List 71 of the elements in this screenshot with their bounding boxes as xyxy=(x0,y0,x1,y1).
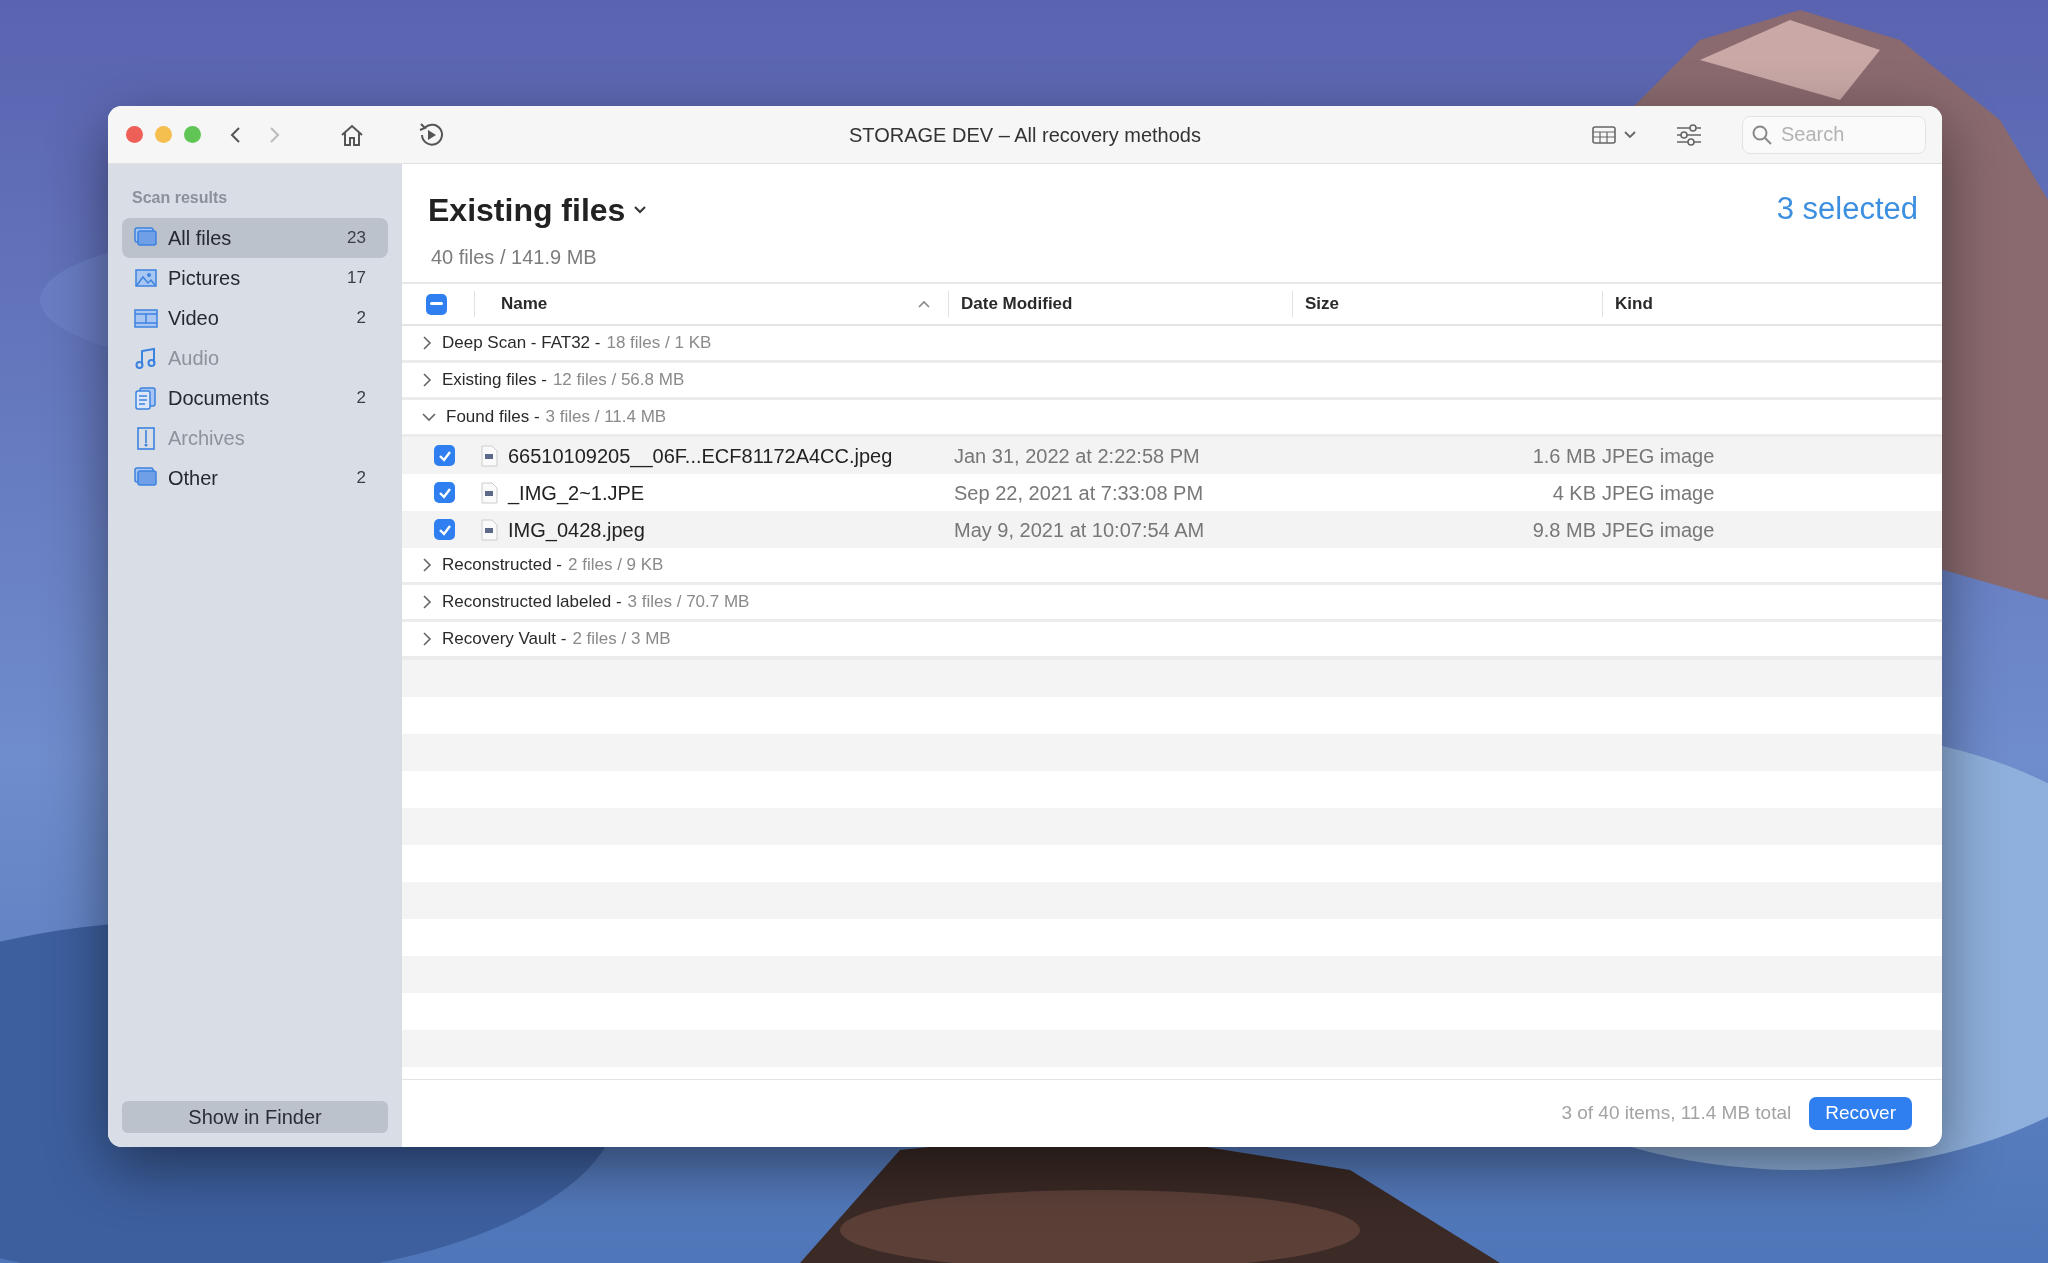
select-all-checkbox[interactable] xyxy=(426,293,447,315)
checkbox[interactable] xyxy=(434,482,455,503)
column-header[interactable]: Size xyxy=(1305,291,1340,317)
file-summary: 40 files / 141.9 MB xyxy=(430,245,598,270)
selection-count: 3 selected xyxy=(1776,190,1918,228)
date-cell-text: Sep 22, 2021 at 7:33:08 PM xyxy=(953,480,1205,506)
column-header[interactable]: Name xyxy=(501,291,948,317)
view-title-dropdown[interactable]: Existing files xyxy=(428,186,648,234)
disclosure-chevron[interactable] xyxy=(422,373,432,387)
minus-icon xyxy=(430,302,443,306)
checkmark-icon xyxy=(437,523,452,536)
size-cell-text: 4 KB xyxy=(1551,480,1597,506)
caret-icon xyxy=(1624,130,1636,139)
sidebar-item[interactable]: Documents 2 xyxy=(122,378,388,418)
music-note-icon xyxy=(134,346,158,370)
close-button[interactable] xyxy=(126,126,143,143)
chevron-right-icon xyxy=(267,124,281,145)
group-summary: 2 files / 9 KB xyxy=(568,554,664,577)
group-summary: 2 files / 3 MB xyxy=(572,628,671,651)
document-icon xyxy=(134,386,158,410)
file-icon xyxy=(480,444,498,467)
file-name: 66510109205__06F...ECF81172A4CC.jpeg xyxy=(508,443,893,470)
size-cell-text: 9.8 MB xyxy=(1531,517,1597,543)
kind-cell-text: JPEG image xyxy=(1602,480,1716,506)
sidebar-item[interactable]: Video 2 xyxy=(122,298,388,338)
size-cell-text: 1.6 MB xyxy=(1531,443,1597,469)
disclosure-chevron[interactable] xyxy=(422,412,436,422)
checkmark-icon xyxy=(437,486,452,499)
group-summary: 18 files / 1 KB xyxy=(606,332,712,355)
file-icon xyxy=(480,518,498,541)
group-name: Recovery Vault - xyxy=(442,628,567,651)
sidebar-item[interactable]: Pictures 17 xyxy=(122,258,388,298)
disclosure-chevron[interactable] xyxy=(422,558,432,572)
sidebar-heading: Scan results xyxy=(131,188,229,208)
group-name: Reconstructed labeled - xyxy=(442,591,622,614)
table-icon xyxy=(1592,125,1616,144)
column-header[interactable]: Date Modified xyxy=(961,291,1073,317)
file-icon xyxy=(480,481,498,504)
column-header[interactable]: Kind xyxy=(1615,291,1653,317)
disclosure-chevron[interactable] xyxy=(422,632,432,646)
kind-cell-text: JPEG image xyxy=(1602,517,1716,543)
kind-cell-text: JPEG image xyxy=(1602,443,1716,469)
checkbox[interactable] xyxy=(434,445,455,466)
chevron-left-icon xyxy=(229,124,243,145)
group-summary: 3 files / 11.4 MB xyxy=(545,406,667,429)
group-name: Existing files - xyxy=(442,369,547,392)
film-icon xyxy=(134,306,158,330)
archive-icon xyxy=(134,426,158,450)
disclosure-chevron[interactable] xyxy=(422,336,432,350)
group-name: Reconstructed - xyxy=(442,554,562,577)
status-text: 3 of 40 items, 11.4 MB total xyxy=(1561,1101,1792,1126)
sidebar-item[interactable]: Other 2 xyxy=(122,458,388,498)
recover-button[interactable]: Recover xyxy=(1809,1097,1912,1130)
checkmark-icon xyxy=(437,449,452,462)
disclosure-chevron[interactable] xyxy=(422,595,432,609)
show-in-finder-button[interactable]: Show in Finder xyxy=(122,1101,388,1133)
caret-icon xyxy=(633,205,648,215)
file-name: _IMG_2~1.JPE xyxy=(508,480,645,507)
group-name: Found files - xyxy=(446,406,540,429)
date-cell-text: May 9, 2021 at 10:07:54 AM xyxy=(953,517,1206,543)
group-summary: 12 files / 56.8 MB xyxy=(552,369,685,392)
sidebar-item[interactable]: All files 23 xyxy=(122,218,388,258)
checkbox[interactable] xyxy=(434,519,455,540)
date-cell-text: Jan 31, 2022 at 2:22:58 PM xyxy=(953,443,1201,469)
picture-icon xyxy=(134,266,158,290)
group-summary: 3 files / 70.7 MB xyxy=(627,591,750,614)
search-field[interactable]: Search xyxy=(1742,115,1926,154)
group-name: Deep Scan - FAT32 - xyxy=(442,332,601,355)
window-title: STORAGE DEV – All recovery methods xyxy=(849,123,1201,146)
file-name: IMG_0428.jpeg xyxy=(508,517,645,544)
search-icon xyxy=(1752,124,1772,145)
